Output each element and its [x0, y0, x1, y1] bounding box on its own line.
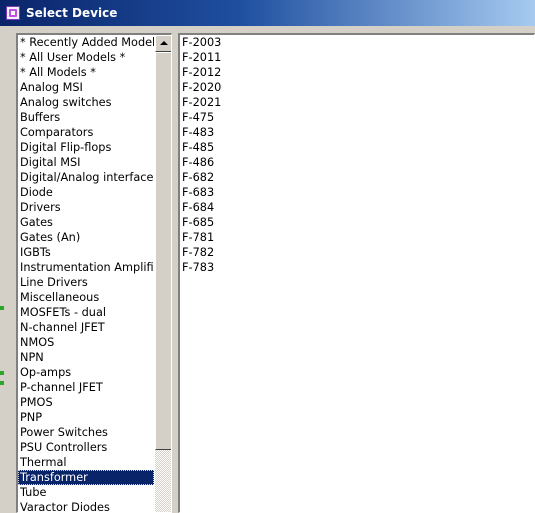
category-scrollbar[interactable] [155, 35, 171, 512]
category-item[interactable]: PMOS [18, 395, 154, 410]
scroll-up-button[interactable] [155, 35, 171, 52]
model-list[interactable]: F-2003 F-2011 F-2012 F-2020 F-2021 F-475 F-483… [178, 33, 535, 513]
model-item[interactable]: F-2012 [180, 65, 533, 80]
category-item[interactable]: Transformer [18, 470, 154, 485]
app-icon [6, 6, 20, 20]
category-item[interactable]: Digital MSI [18, 155, 154, 170]
model-item[interactable]: F-485 [180, 140, 533, 155]
model-item[interactable]: F-486 [180, 155, 533, 170]
model-item[interactable]: F-475 [180, 110, 533, 125]
category-item[interactable]: Drivers [18, 200, 154, 215]
model-item[interactable]: F-683 [180, 185, 533, 200]
left-edge-strip [0, 26, 16, 513]
green-mark [0, 381, 4, 385]
model-item[interactable]: F-2021 [180, 95, 533, 110]
category-item[interactable]: Buffers [18, 110, 154, 125]
category-item[interactable]: Line Drivers [18, 275, 154, 290]
model-item[interactable]: F-682 [180, 170, 533, 185]
chevron-up-icon [160, 41, 168, 45]
category-item[interactable]: Digital/Analog interfaces [18, 170, 154, 185]
category-item[interactable]: Miscellaneous [18, 290, 154, 305]
green-mark [0, 306, 4, 310]
category-item[interactable]: * All Models * [18, 65, 154, 80]
scroll-thumb[interactable] [155, 52, 171, 450]
category-item[interactable]: Gates [18, 215, 154, 230]
category-item[interactable]: NPN [18, 350, 154, 365]
green-mark [0, 371, 4, 375]
category-item[interactable]: Op-amps [18, 365, 154, 380]
category-item[interactable]: N-channel JFET [18, 320, 154, 335]
category-item[interactable]: * Recently Added Models [18, 35, 154, 50]
category-item[interactable]: * All User Models * [18, 50, 154, 65]
category-item[interactable]: Varactor Diodes [18, 500, 154, 512]
category-item[interactable]: NMOS [18, 335, 154, 350]
model-item[interactable]: F-2011 [180, 50, 533, 65]
model-item[interactable]: F-2003 [180, 35, 533, 50]
category-item[interactable]: Tube [18, 485, 154, 500]
category-item[interactable]: Instrumentation Amplifiers [18, 260, 154, 275]
model-item[interactable]: F-783 [180, 260, 533, 275]
model-items: F-2003 F-2011 F-2012 F-2020 F-2021 F-475 F-483… [180, 35, 533, 275]
category-item[interactable]: Comparators [18, 125, 154, 140]
title-bar[interactable]: Select Device [0, 0, 535, 26]
model-item[interactable]: F-782 [180, 245, 533, 260]
model-item[interactable]: F-483 [180, 125, 533, 140]
category-item[interactable]: Analog MSI [18, 80, 154, 95]
category-item[interactable]: Power Switches [18, 425, 154, 440]
model-item[interactable]: F-781 [180, 230, 533, 245]
model-item[interactable]: F-684 [180, 200, 533, 215]
category-item[interactable]: PNP [18, 410, 154, 425]
category-item[interactable]: Diode [18, 185, 154, 200]
category-list[interactable]: * Recently Added Models * All User Models… [16, 33, 172, 513]
model-item[interactable]: F-685 [180, 215, 533, 230]
model-item[interactable]: F-2020 [180, 80, 533, 95]
category-item[interactable]: Thermal [18, 455, 154, 470]
category-item[interactable]: Analog switches [18, 95, 154, 110]
category-item[interactable]: P-channel JFET [18, 380, 154, 395]
category-item[interactable]: MOSFETs - dual [18, 305, 154, 320]
window-title: Select Device [26, 6, 118, 20]
category-item[interactable]: IGBTs [18, 245, 154, 260]
category-item[interactable]: Digital Flip-flops [18, 140, 154, 155]
category-items: * Recently Added Models * All User Models… [18, 35, 154, 512]
category-item[interactable]: PSU Controllers [18, 440, 154, 455]
category-item[interactable]: Gates (An) [18, 230, 154, 245]
